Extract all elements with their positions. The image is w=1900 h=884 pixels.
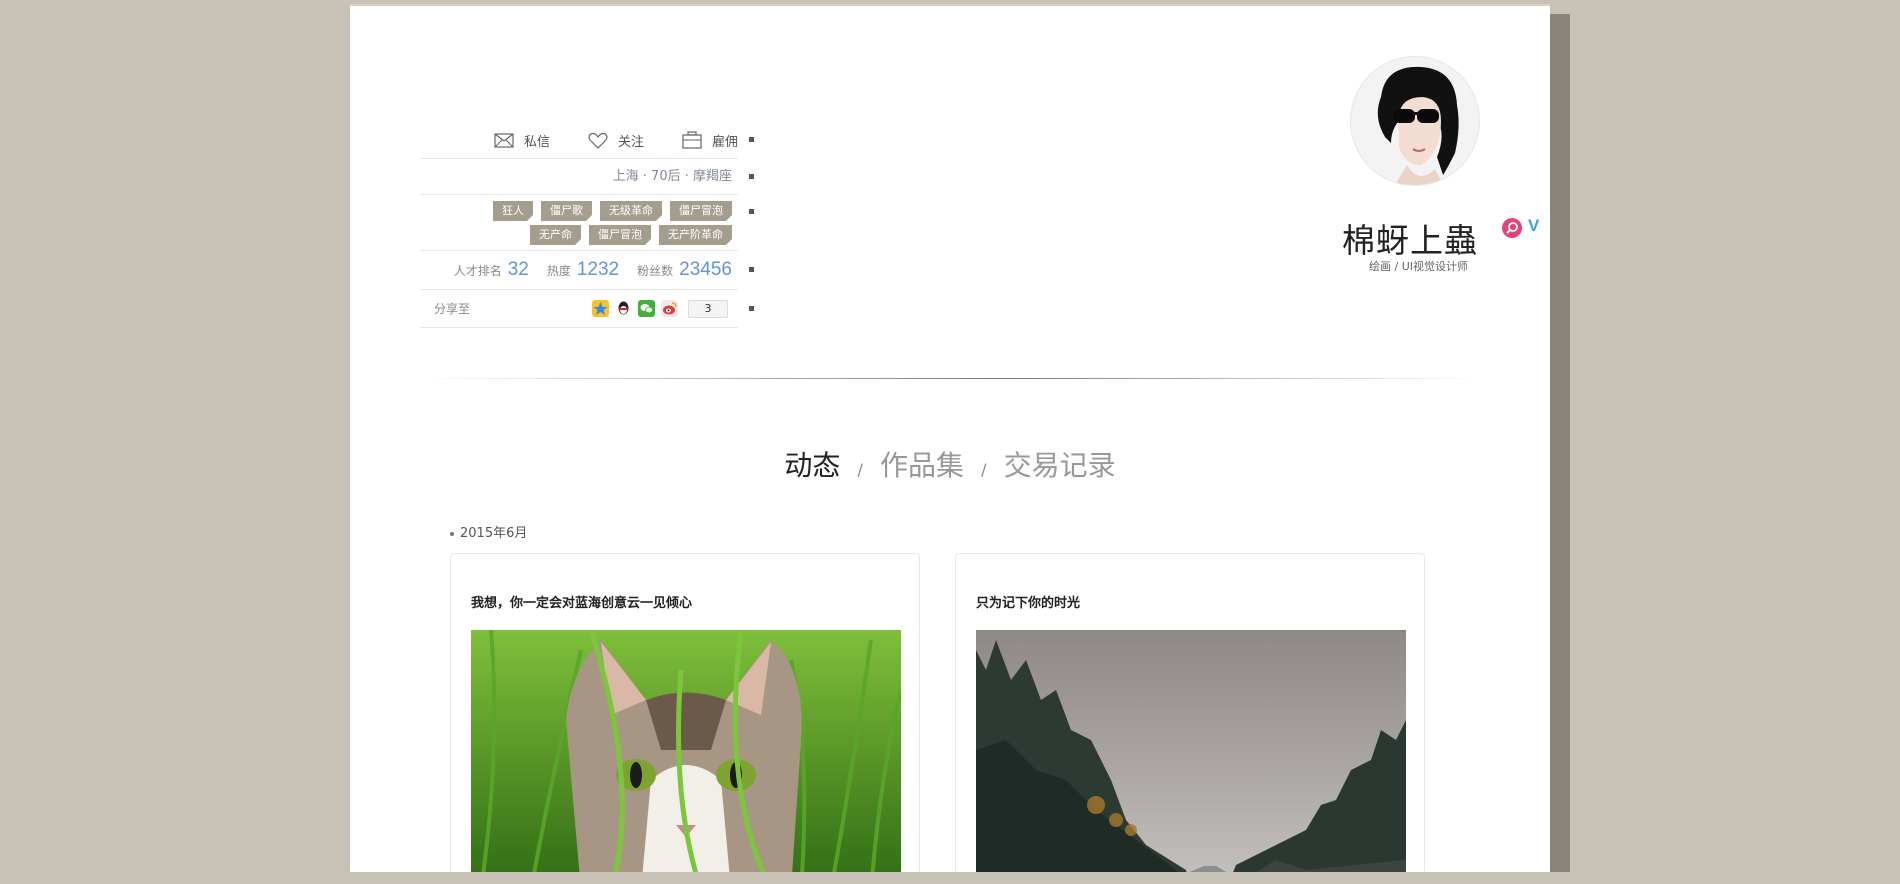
- share-row: 分享至 3: [420, 290, 754, 328]
- tab-separator: /: [857, 460, 863, 479]
- popularity-stat: 热度 1232: [547, 259, 619, 281]
- card-title[interactable]: 我想，你一定会对蓝海创意云一见倾心: [471, 592, 692, 611]
- cat-in-grass-photo: [471, 630, 901, 872]
- tag[interactable]: 僵尸冒泡: [589, 225, 651, 245]
- avatar-portrait: [1351, 57, 1479, 185]
- feed-card[interactable]: 只为记下你的时光: [955, 553, 1425, 872]
- stat-label: 人才排名: [453, 264, 502, 278]
- stat-value: 1232: [576, 259, 620, 280]
- tag[interactable]: 无级革命: [600, 201, 662, 221]
- follow-button[interactable]: 关注: [588, 131, 644, 150]
- tab-bar: 动态 / 作品集 / 交易记录: [350, 444, 1550, 484]
- qzone-icon[interactable]: [592, 300, 609, 317]
- follow-label: 关注: [617, 134, 644, 150]
- bullet-marker: [749, 137, 754, 142]
- bullet-marker: [749, 267, 754, 272]
- wechat-icon[interactable]: [638, 300, 655, 317]
- tab-transactions[interactable]: 交易记录: [1004, 444, 1116, 484]
- search-badge-icon[interactable]: [1502, 218, 1522, 238]
- tag-row: 狂人 僵尸歌 无级革命 僵尸冒泡: [420, 201, 738, 221]
- fans-stat[interactable]: 粉丝数 23456: [637, 259, 732, 281]
- bullet-marker: [749, 209, 754, 214]
- qq-icon[interactable]: [615, 300, 632, 317]
- profile-info: 私信 关注 雇佣 上海 · 70后 · 摩羯座 狂人 僵尸歌 无级革命 僵尸冒泡…: [420, 122, 754, 328]
- misty-forest-road-photo: [976, 630, 1406, 872]
- location-text: 上海 · 70后 · 摩羯座: [612, 169, 732, 184]
- talent-rank-stat: 人才排名 32: [454, 259, 529, 281]
- tag[interactable]: 无产命: [530, 225, 581, 245]
- tab-portfolio[interactable]: 作品集: [880, 444, 964, 484]
- stats-row: 人才排名 32 热度 1232 粉丝数 23456: [420, 251, 754, 290]
- heart-icon: [588, 132, 608, 149]
- card-title[interactable]: 只为记下你的时光: [976, 592, 1080, 611]
- mail-icon: [494, 132, 514, 148]
- tag[interactable]: 僵尸歌: [541, 201, 592, 221]
- tag-list: 狂人 僵尸歌 无级革命 僵尸冒泡 无产命 僵尸冒泡 无产阶革命: [420, 195, 754, 251]
- verified-v-icon: V: [1528, 216, 1540, 235]
- stat-value: 32: [507, 259, 529, 280]
- hire-button[interactable]: 雇佣: [682, 131, 738, 150]
- bullet-marker: [749, 306, 754, 311]
- feed-card[interactable]: 我想，你一定会对蓝海创意云一见倾心: [450, 553, 920, 872]
- tab-activity[interactable]: 动态: [784, 444, 840, 484]
- stat-label: 热度: [546, 264, 571, 278]
- briefcase-icon: [682, 131, 702, 149]
- tag[interactable]: 狂人: [493, 201, 533, 221]
- avatar[interactable]: [1350, 56, 1480, 186]
- share-label: 分享至: [434, 302, 471, 316]
- tab-separator: /: [981, 460, 987, 479]
- location-row: 上海 · 70后 · 摩羯座: [420, 159, 754, 195]
- timeline-date: 2015年6月: [450, 522, 527, 541]
- hire-label: 雇佣: [711, 134, 738, 150]
- weibo-icon[interactable]: [661, 300, 678, 317]
- profile-page: 私信 关注 雇佣 上海 · 70后 · 摩羯座 狂人 僵尸歌 无级革命 僵尸冒泡…: [350, 4, 1550, 872]
- tag[interactable]: 僵尸冒泡: [670, 201, 732, 221]
- message-button[interactable]: 私信: [494, 131, 550, 150]
- action-bar: 私信 关注 雇佣: [420, 122, 754, 159]
- user-name: 棉蚜上蟲: [1342, 221, 1478, 260]
- share-icons: 3: [592, 299, 738, 318]
- card-image[interactable]: [976, 630, 1406, 872]
- share-count: 3: [688, 299, 728, 318]
- message-label: 私信: [523, 134, 550, 150]
- stat-value: 23456: [679, 259, 732, 280]
- date-dot: [450, 531, 454, 536]
- user-role: 绘画 / UI视觉设计师: [1369, 260, 1468, 273]
- card-image[interactable]: [471, 630, 901, 872]
- section-divider: [420, 378, 1480, 379]
- bullet-marker: [749, 174, 754, 179]
- tag[interactable]: 无产阶革命: [659, 225, 732, 245]
- tag-row: 无产命 僵尸冒泡 无产阶革命: [420, 225, 738, 245]
- date-text: 2015年6月: [460, 526, 528, 541]
- stat-label: 粉丝数: [637, 264, 674, 278]
